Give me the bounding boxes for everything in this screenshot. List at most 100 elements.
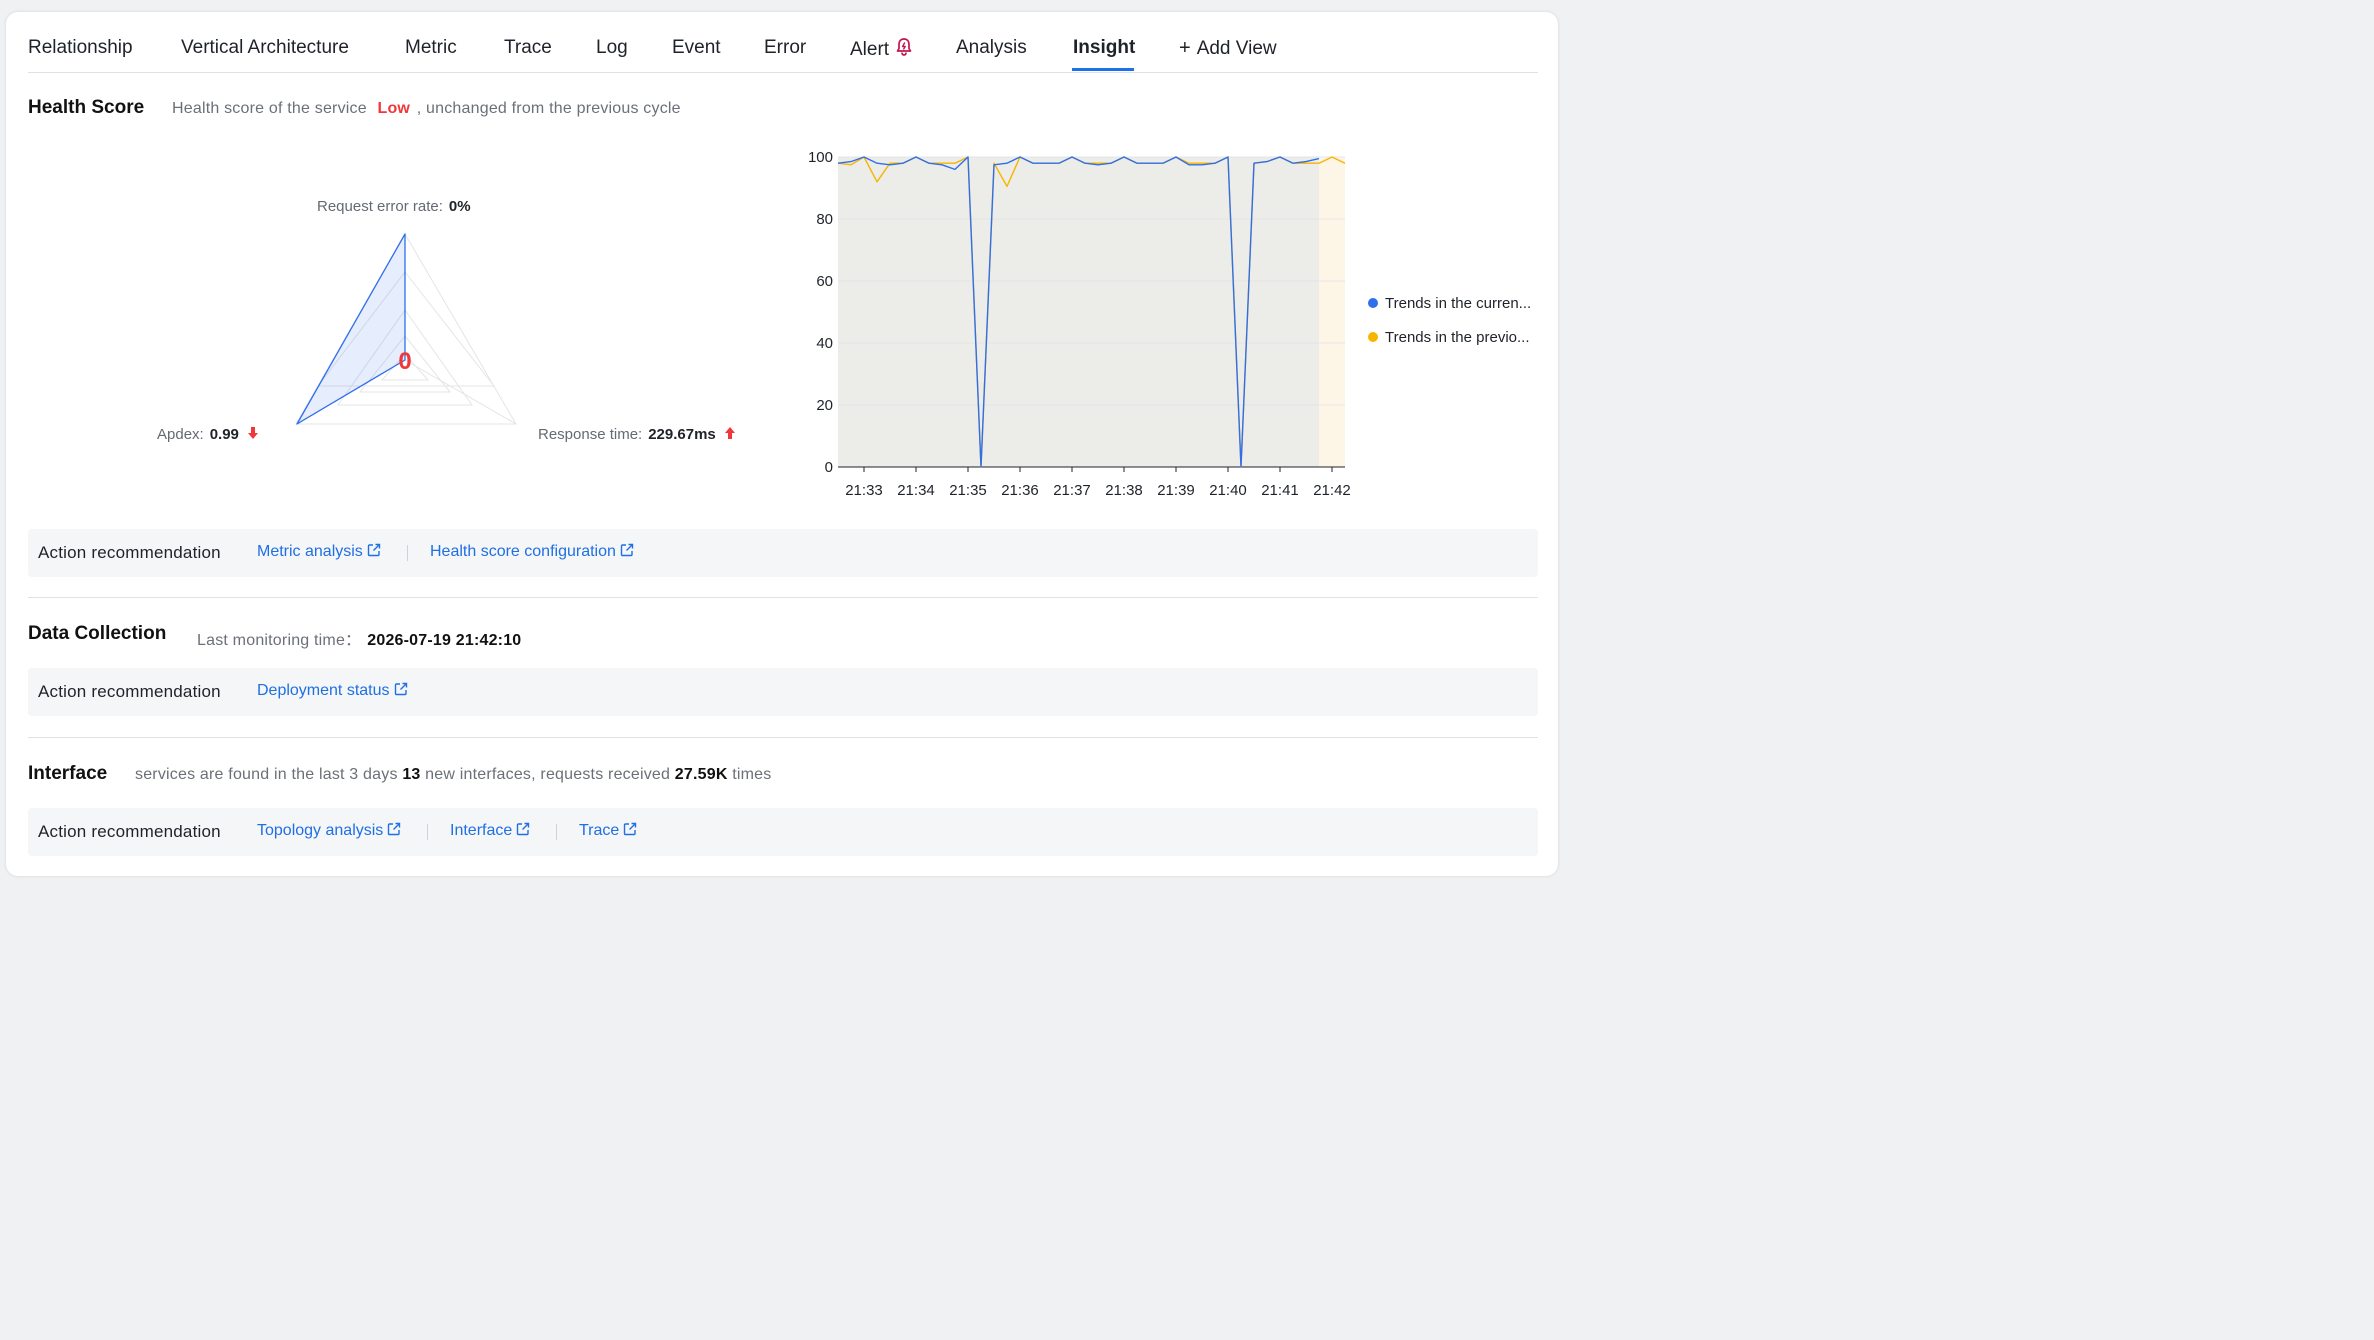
- radar-value-area: [296, 233, 406, 425]
- link-separator: [556, 824, 557, 840]
- tab-relationship[interactable]: Relationship: [28, 37, 133, 59]
- plus-icon: +: [1179, 37, 1191, 59]
- interface-description: services are found in the last 3 days 13…: [135, 766, 771, 784]
- x-tick-label: 21:42: [1313, 482, 1351, 499]
- health-action-bar: Action recommendation Metric analysis He…: [28, 529, 1538, 577]
- interface-sub-a: services are found in the last 3 days: [135, 766, 398, 783]
- x-tick-label: 21:39: [1157, 482, 1195, 499]
- interface-link[interactable]: Interface: [450, 822, 530, 841]
- last-monitoring-time: Last monitoring time： 2026-07-19 21:42:10: [197, 626, 521, 650]
- y-tick-label: 80: [816, 211, 833, 228]
- health-sub-prefix: Health score of the service: [172, 100, 367, 117]
- interface-action-bar: Action recommendation Topology analysis …: [28, 808, 1538, 856]
- interface-title: Interface: [28, 763, 108, 784]
- trace-link[interactable]: Trace: [579, 822, 637, 841]
- active-tab-indicator: [1072, 68, 1134, 71]
- y-tick-label: 0: [825, 459, 833, 476]
- chart-shaded-region: [1319, 157, 1345, 467]
- apdex-label: Apdex:: [157, 426, 204, 443]
- external-link-icon: [516, 822, 530, 841]
- data-collection-title: Data Collection: [28, 623, 167, 644]
- legend-current-label: Trends in the curren...: [1385, 295, 1532, 312]
- tab-vertical-architecture[interactable]: Vertical Architecture: [181, 37, 349, 59]
- x-tick-label: 21:34: [897, 482, 935, 499]
- health-sub-suffix: , unchanged from the previous cycle: [416, 100, 681, 117]
- last-monitoring-label: Last monitoring time：: [197, 632, 362, 649]
- y-tick-label: 40: [816, 335, 833, 352]
- data-collection-action-bar: Action recommendation Deployment status: [28, 668, 1538, 716]
- x-tick-label: 21:40: [1209, 482, 1247, 499]
- tab-insight[interactable]: Insight: [1073, 37, 1135, 59]
- tab-trace[interactable]: Trace: [504, 37, 552, 59]
- request-count: 27.59K: [674, 766, 728, 783]
- topology-analysis-link[interactable]: Topology analysis: [257, 822, 401, 841]
- tab-alert-label: Alert: [850, 39, 890, 60]
- topology-analysis-label: Topology analysis: [257, 822, 384, 839]
- tab-analysis[interactable]: Analysis: [956, 37, 1027, 59]
- external-link-icon: [387, 822, 401, 841]
- response-time-value: 229.67ms: [648, 426, 716, 443]
- tab-log[interactable]: Log: [596, 37, 628, 59]
- health-score-title: Health Score: [28, 97, 145, 118]
- metric-analysis-label: Metric analysis: [257, 543, 363, 560]
- arrow-up-icon: [724, 426, 736, 444]
- add-view-label: Add View: [1196, 38, 1277, 59]
- x-tick-label: 21:36: [1001, 482, 1039, 499]
- interface-sub-c: times: [732, 766, 772, 783]
- arrow-down-icon: [247, 426, 259, 444]
- health-config-label: Health score configuration: [430, 543, 616, 560]
- deployment-status-label: Deployment status: [257, 682, 390, 699]
- data-collection-action-label: Action recommendation: [38, 682, 221, 701]
- health-score-configuration-link[interactable]: Health score configuration: [430, 543, 634, 562]
- y-tick-label: 20: [816, 397, 833, 414]
- legend-dot-current: [1368, 298, 1378, 308]
- section-divider: [28, 737, 1538, 738]
- chart-shaded-region: [838, 157, 1319, 467]
- interface-link-label: Interface: [450, 822, 513, 839]
- legend-previous-label: Trends in the previo...: [1385, 329, 1530, 346]
- link-separator: [427, 824, 428, 840]
- legend-current[interactable]: Trends in the curren...: [1368, 295, 1531, 312]
- external-link-icon: [620, 543, 634, 562]
- x-tick-label: 21:38: [1105, 482, 1143, 499]
- section-divider: [28, 597, 1538, 598]
- external-link-icon: [623, 822, 637, 841]
- health-radar-chart: 0: [295, 233, 517, 425]
- x-tick-label: 21:41: [1261, 482, 1299, 499]
- tab-event[interactable]: Event: [672, 37, 721, 59]
- health-level-badge: Low: [377, 100, 411, 117]
- tab-error[interactable]: Error: [764, 37, 806, 59]
- interface-sub-b: new interfaces, requests received: [425, 766, 671, 783]
- interface-action-label: Action recommendation: [38, 822, 221, 841]
- trace-link-label: Trace: [579, 822, 620, 839]
- metric-analysis-link[interactable]: Metric analysis: [257, 543, 381, 562]
- external-link-icon: [394, 682, 408, 701]
- alert-bell-icon: [895, 37, 913, 63]
- response-time-label: Response time:: [538, 426, 643, 443]
- legend-previous[interactable]: Trends in the previo...: [1368, 329, 1530, 346]
- response-time-metric: Response time: 229.67ms: [538, 426, 736, 444]
- link-separator: [407, 545, 408, 561]
- tab-metric[interactable]: Metric: [405, 37, 457, 59]
- health-trend-chart: 0 20 40 60 80 100 21:33 21:34 21:35 21:36 21:37 21:…: [808, 149, 1351, 499]
- deployment-status-link[interactable]: Deployment status: [257, 682, 408, 701]
- health-score-description: Health score of the service Low , unchan…: [172, 100, 681, 118]
- x-tick-label: 21:33: [845, 482, 883, 499]
- request-error-rate-label: Request error rate: 0%: [317, 198, 471, 215]
- external-link-icon: [367, 543, 381, 562]
- legend-dot-previous: [1368, 332, 1378, 342]
- x-tick-label: 21:35: [949, 482, 987, 499]
- add-view-button[interactable]: + Add View: [1179, 37, 1277, 60]
- tab-alert[interactable]: Alert: [850, 37, 913, 63]
- y-tick-label: 60: [816, 273, 833, 290]
- new-interface-count: 13: [402, 766, 421, 783]
- error-rate-value: 0%: [448, 198, 471, 215]
- health-action-label: Action recommendation: [38, 543, 221, 562]
- view-tabs: Relationship Vertical Architecture Metri…: [28, 28, 1538, 73]
- error-rate-label: Request error rate:: [317, 198, 443, 215]
- apdex-metric: Apdex: 0.99: [157, 426, 259, 444]
- x-tick-label: 21:37: [1053, 482, 1091, 499]
- radar-center-score: 0: [398, 348, 411, 375]
- y-tick-label: 100: [808, 149, 833, 166]
- last-monitoring-value: 2026-07-19 21:42:10: [367, 632, 522, 649]
